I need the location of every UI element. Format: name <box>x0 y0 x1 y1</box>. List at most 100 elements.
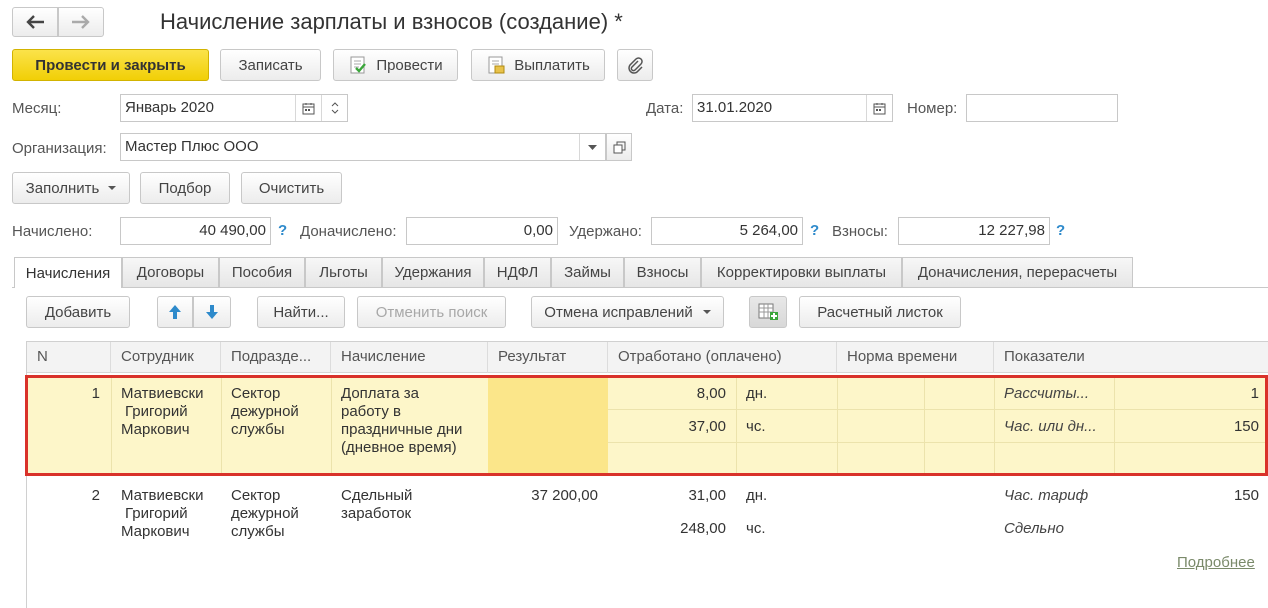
row2-department: Сектор дежурной службы <box>231 487 331 541</box>
back-button[interactable] <box>12 7 58 37</box>
month-spin-button[interactable] <box>321 95 347 121</box>
add-button[interactable]: Добавить <box>26 296 130 328</box>
date-field[interactable]: 31.01.2020 <box>692 94 893 122</box>
month-field[interactable]: Январь 2020 <box>120 94 348 122</box>
tab-benefits[interactable]: Пособия <box>219 257 305 287</box>
tab-privileges[interactable]: Льготы <box>305 257 382 287</box>
withheld-help-icon[interactable]: ? <box>810 222 819 239</box>
pay-button[interactable]: Выплатить <box>471 49 605 81</box>
tab-payment-corrections[interactable]: Корректировки выплаты <box>701 257 902 287</box>
row2-indicator-value: 150 <box>1233 487 1259 504</box>
find-button[interactable]: Найти... <box>257 296 345 328</box>
row2-accrual-line: заработок <box>341 505 412 522</box>
row2-department-line: дежурной <box>231 505 299 522</box>
organization-value: Мастер Плюс ООО <box>125 138 259 155</box>
window-title: Начисление зарплаты и взносов (создание)… <box>160 9 623 34</box>
tab-accruals[interactable]: Начисления <box>14 257 122 288</box>
col-employee[interactable]: Сотрудник <box>111 342 221 373</box>
row2-department-line: Сектор <box>231 487 281 504</box>
row2-result: 37 200,00 <box>531 487 598 504</box>
row2-employee-line: Маркович <box>121 523 190 540</box>
highlight-frame <box>25 375 1268 476</box>
dropdown-icon <box>108 186 117 190</box>
row2-worked-days: 31,00 <box>688 487 726 504</box>
tab-loans[interactable]: Займы <box>551 257 624 287</box>
contributions-label: Взносы: <box>832 223 888 240</box>
paperclip-icon <box>628 57 643 74</box>
col-indicators[interactable]: Показатели <box>994 342 1268 373</box>
payslip-button[interactable]: Расчетный листок <box>799 296 961 328</box>
move-down-button[interactable] <box>193 296 231 328</box>
post-and-close-button[interactable]: Провести и закрыть <box>12 49 209 81</box>
pay-doc-icon <box>488 56 505 74</box>
dropdown-icon <box>588 144 597 150</box>
arrow-up-icon <box>169 305 181 319</box>
col-accrual[interactable]: Начисление <box>331 342 488 373</box>
grid-add-icon <box>758 303 778 320</box>
contributions-field: 12 227,98 <box>898 217 1050 245</box>
organization-label: Организация: <box>12 140 107 157</box>
tab-deductions[interactable]: Удержания <box>382 257 484 287</box>
contributions-help-icon[interactable]: ? <box>1056 222 1065 239</box>
fill-button[interactable]: Заполнить <box>12 172 130 204</box>
arrow-right-icon <box>72 15 90 29</box>
col-department[interactable]: Подразде... <box>221 342 331 373</box>
more-link[interactable]: Подробнее <box>1177 554 1255 572</box>
date-value: 31.01.2020 <box>697 99 773 116</box>
accrued-label: Начислено: <box>12 223 93 240</box>
calendar-icon <box>873 102 886 114</box>
calendar-icon <box>302 102 315 114</box>
row2-accrual-line: Сдельный <box>341 487 413 504</box>
row2-worked-hours: 248,00 <box>680 520 726 537</box>
open-icon <box>613 141 625 153</box>
save-button[interactable]: Записать <box>220 49 321 81</box>
col-n[interactable]: N <box>27 342 111 373</box>
organization-open-button[interactable] <box>606 133 632 161</box>
accrued-help-icon[interactable]: ? <box>278 222 287 239</box>
col-norm[interactable]: Норма времени <box>837 342 994 373</box>
spin-icon <box>331 102 338 114</box>
dropdown-icon <box>702 310 711 314</box>
grid-settings-button[interactable] <box>749 296 787 328</box>
row2-unit-days: дн. <box>746 487 768 504</box>
month-calendar-button[interactable] <box>295 95 321 121</box>
undo-corrections-button[interactable]: Отмена исправлений <box>531 296 724 328</box>
tab-contracts[interactable]: Договоры <box>122 257 219 287</box>
row2-accrual: Сдельный заработок <box>341 487 488 523</box>
row2-department-line: службы <box>231 523 285 540</box>
extra-label: Доначислено: <box>300 223 397 240</box>
move-up-button[interactable] <box>157 296 193 328</box>
tab-ndfl[interactable]: НДФЛ <box>484 257 551 287</box>
clear-button[interactable]: Очистить <box>241 172 342 204</box>
row2-employee: Матвиевски Григорий Маркович <box>121 487 221 541</box>
col-worked[interactable]: Отработано (оплачено) <box>608 342 837 373</box>
forward-button[interactable] <box>58 7 104 37</box>
row2-employee-line: Григорий <box>125 505 188 522</box>
number-label: Номер: <box>907 100 958 117</box>
select-button[interactable]: Подбор <box>140 172 230 204</box>
post-doc-icon <box>350 56 367 74</box>
extra-field: 0,00 <box>406 217 558 245</box>
cancel-search-button[interactable]: Отменить поиск <box>357 296 506 328</box>
date-label: Дата: <box>646 100 684 117</box>
row2-indicator-name: Час. тариф <box>1004 487 1089 504</box>
withheld-field: 5 264,00 <box>651 217 803 245</box>
pay-button-label: Выплатить <box>514 56 590 74</box>
date-calendar-button[interactable] <box>866 95 892 121</box>
accrued-field: 40 490,00 <box>120 217 271 245</box>
organization-dropdown-button[interactable] <box>579 134 605 160</box>
row2-indicator-name: Сдельно <box>1004 520 1064 537</box>
row2-employee-line: Матвиевски <box>121 487 204 504</box>
arrow-down-icon <box>206 305 218 319</box>
tab-contributions[interactable]: Взносы <box>624 257 701 287</box>
post-button-label: Провести <box>376 56 443 74</box>
row2-n: 2 <box>91 487 100 504</box>
attach-button[interactable] <box>617 49 653 81</box>
month-label: Месяц: <box>12 100 62 117</box>
col-result[interactable]: Результат <box>488 342 608 373</box>
post-button[interactable]: Провести <box>333 49 458 81</box>
organization-field[interactable]: Мастер Плюс ООО <box>120 133 606 161</box>
withheld-label: Удержано: <box>569 223 642 240</box>
number-field[interactable] <box>966 94 1118 122</box>
tab-recalculations[interactable]: Доначисления, перерасчеты <box>902 257 1133 287</box>
